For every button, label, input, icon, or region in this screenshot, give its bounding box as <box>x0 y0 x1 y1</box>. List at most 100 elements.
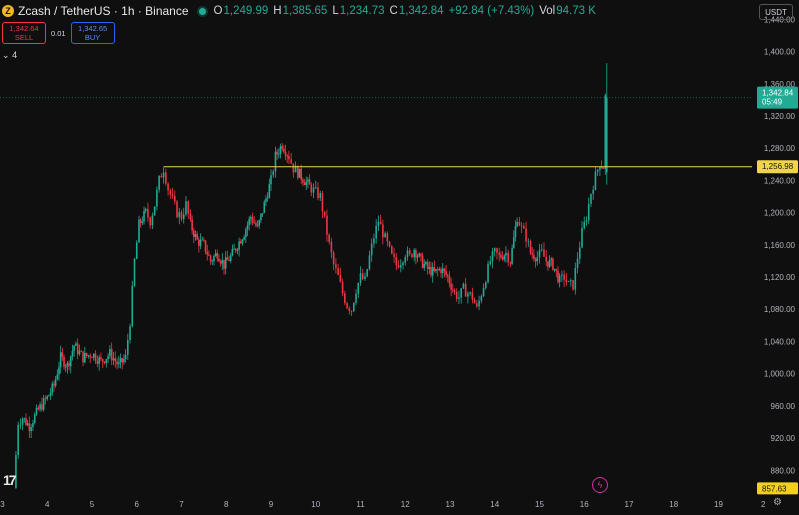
symbol-title[interactable]: Zcash / TetherUS · 1h · Binance <box>18 4 189 18</box>
candle-body <box>404 257 407 263</box>
candle-body <box>590 194 592 205</box>
candle-body <box>263 202 266 214</box>
candle-body <box>431 267 434 276</box>
candle-body <box>143 211 145 222</box>
candle-body <box>138 219 140 243</box>
currency-selector[interactable]: USDT <box>759 4 793 20</box>
candle-body <box>274 151 277 172</box>
candle-body <box>173 196 176 202</box>
y-tick-label: 1,000.00 <box>764 370 796 379</box>
candle-body <box>565 279 568 282</box>
candle-body <box>54 379 57 386</box>
candle-body <box>448 276 451 284</box>
candle-body <box>214 253 217 257</box>
candle-body <box>302 179 304 183</box>
candle-body <box>91 357 93 359</box>
candle-body <box>359 273 362 283</box>
candle-body <box>75 343 77 346</box>
candle-body <box>105 358 108 364</box>
x-tick-label: 4 <box>45 500 50 509</box>
candle-body <box>533 254 535 259</box>
indicators-count: 4 <box>12 50 18 60</box>
candle-body <box>248 218 250 226</box>
candle-body <box>216 253 219 259</box>
candle-body <box>312 187 315 193</box>
candle-body <box>23 418 26 420</box>
close-key: C <box>389 5 398 17</box>
candle-body <box>48 395 50 397</box>
candle-body <box>423 264 426 268</box>
sell-button[interactable]: 1,342.64 SELL <box>2 22 46 44</box>
candle-body <box>538 249 541 258</box>
lightning-icon[interactable]: ϟ <box>592 477 608 493</box>
candle-body <box>574 267 577 290</box>
candle-body <box>221 260 224 264</box>
candle-body <box>467 293 469 297</box>
candle-body <box>545 256 548 262</box>
candle-body <box>408 250 411 254</box>
candle-body <box>64 366 67 368</box>
candle-body <box>464 283 467 297</box>
candle-body <box>284 151 287 156</box>
candle-body <box>604 95 607 170</box>
candle-body <box>59 352 62 368</box>
candle-body <box>527 241 530 242</box>
candle-body <box>480 296 483 301</box>
price-chart[interactable]: 880.00 920.00 960.00 1,000.00 1,040.00 1,080.… <box>0 0 799 515</box>
candle-body <box>460 288 462 298</box>
symbol-header: Z Zcash / TetherUS · 1h · Binance O 1,249… <box>0 0 740 22</box>
tradingview-logo-icon[interactable]: 17 <box>3 472 17 488</box>
candle-body <box>131 285 134 327</box>
candle-body <box>19 424 22 426</box>
low-value: 1,234.73 <box>339 5 385 17</box>
x-tick-label: 11 <box>356 500 365 509</box>
candle-body <box>382 224 384 238</box>
candle-body <box>335 264 337 269</box>
candle-body <box>98 357 100 364</box>
candle-body <box>391 246 393 254</box>
candle-body <box>245 229 247 238</box>
indicators-toggle[interactable]: ⌄ 4 <box>2 50 17 61</box>
candle-body <box>485 282 487 288</box>
buy-button[interactable]: 1,342.65 BUY <box>70 22 115 44</box>
candle-body <box>341 281 344 294</box>
candle-body <box>430 267 432 276</box>
candle-body <box>234 248 237 251</box>
candle-body <box>386 233 389 242</box>
candle-body <box>511 248 513 264</box>
candle-body <box>303 182 306 185</box>
candle-body <box>298 168 301 178</box>
time-axis: 3 4 5 6 7 8 9 10 11 12 13 14 15 16 17 18 19 2 <box>0 500 766 509</box>
candle-body <box>572 280 574 290</box>
candle-body <box>44 398 47 400</box>
candle-body <box>388 241 391 247</box>
candle-body <box>33 414 36 424</box>
candle-body <box>169 190 172 195</box>
candle-body <box>421 255 424 268</box>
candle-body <box>330 241 333 253</box>
candle-body <box>581 228 583 248</box>
candle-body <box>525 228 527 242</box>
candle-body <box>563 274 565 280</box>
market-open-status-icon <box>198 7 206 15</box>
candle-body <box>241 239 244 244</box>
candle-body <box>281 146 283 149</box>
candle-body <box>123 358 125 363</box>
x-tick-label: 7 <box>179 500 184 509</box>
candle-body <box>416 256 419 258</box>
candle-body <box>500 254 502 258</box>
candle-body <box>158 175 160 190</box>
sell-label: SELL <box>14 33 34 42</box>
buy-label: BUY <box>84 33 101 42</box>
candle-body <box>218 258 220 262</box>
candle-body <box>550 258 553 260</box>
y-tick-label: 1,280.00 <box>764 144 796 153</box>
x-tick-label: 10 <box>311 500 320 509</box>
candle-body <box>292 163 295 173</box>
candle-body <box>236 249 239 251</box>
x-tick-label: 18 <box>669 500 678 509</box>
candle-body <box>489 261 492 264</box>
settings-gear-icon[interactable]: ⚙ <box>773 497 782 508</box>
x-tick-label: 8 <box>224 500 229 509</box>
candle-body <box>133 258 136 286</box>
